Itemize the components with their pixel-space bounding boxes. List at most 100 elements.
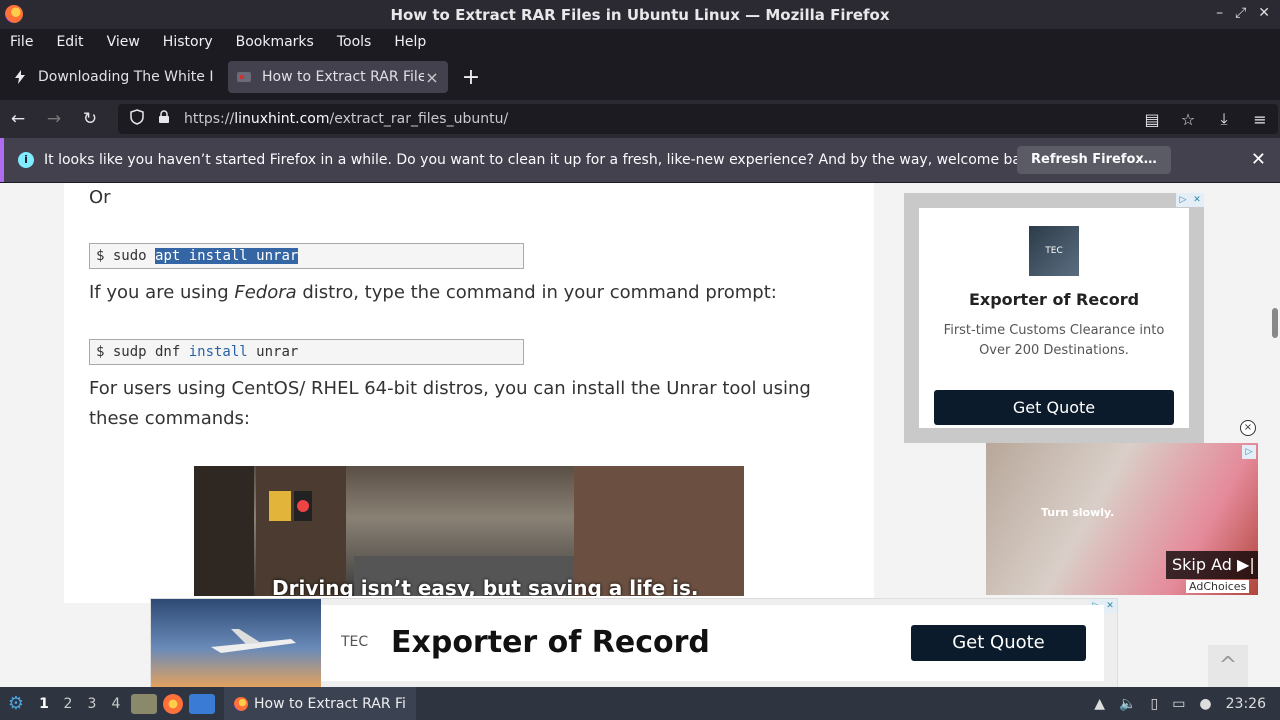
tec-logo: TEC bbox=[1029, 226, 1079, 276]
code-keyword: install bbox=[188, 344, 248, 360]
url-domain: linuxhint.com bbox=[234, 111, 330, 127]
close-notification-icon[interactable]: ✕ bbox=[1251, 149, 1266, 170]
scroll-to-top-button[interactable]: ^ bbox=[1208, 645, 1248, 687]
volume-icon[interactable]: 🔈 bbox=[1119, 696, 1136, 712]
menu-edit[interactable]: Edit bbox=[56, 34, 94, 50]
window-title: How to Extract RAR Files in Ubuntu Linux… bbox=[390, 5, 890, 24]
skip-ad-label: Skip Ad bbox=[1172, 555, 1232, 574]
ad-info-icon[interactable]: ▷ bbox=[1242, 445, 1256, 459]
downloads-icon[interactable]: ⤓ bbox=[1206, 109, 1242, 129]
minimize-button[interactable]: – bbox=[1216, 5, 1223, 21]
info-icon: i bbox=[18, 152, 34, 168]
tab-extract-rar[interactable]: How to Extract RAR Files × bbox=[228, 61, 448, 93]
adchoices-link[interactable]: AdChoices bbox=[1186, 580, 1250, 593]
firefox-launcher-icon[interactable] bbox=[163, 693, 183, 714]
clock[interactable]: 23:26 bbox=[1226, 696, 1266, 712]
display-icon[interactable]: ▭ bbox=[1172, 696, 1185, 712]
refresh-notification: i It looks like you haven’t started Fire… bbox=[0, 138, 1280, 182]
page-content: Or $ sudo apt install unrar If you are u… bbox=[0, 183, 1280, 687]
tab-downloading[interactable]: Downloading The White I bbox=[4, 61, 224, 93]
close-ad-icon[interactable]: × bbox=[1240, 420, 1256, 436]
url-prefix: https:// bbox=[184, 111, 235, 127]
banner-headline: Exporter of Record bbox=[391, 625, 710, 660]
tray-up-arrow-icon[interactable]: ▲ bbox=[1094, 696, 1105, 712]
close-tab-icon[interactable]: × bbox=[424, 68, 440, 87]
hamburger-menu-icon[interactable]: ≡ bbox=[1242, 110, 1278, 129]
system-tray: ▲ 🔈 ▯ ▭ ● 23:26 bbox=[1094, 687, 1280, 720]
video-overlay-text: Turn slowly. bbox=[1041, 506, 1115, 519]
bookmark-star-icon[interactable]: ☆ bbox=[1170, 110, 1206, 129]
updates-icon[interactable]: ● bbox=[1199, 696, 1211, 712]
airplane-icon bbox=[211, 629, 296, 653]
ad-close-icon[interactable]: ✕ bbox=[1190, 193, 1204, 207]
forward-button[interactable]: → bbox=[36, 109, 72, 129]
reader-view-icon[interactable]: ▤ bbox=[1134, 110, 1170, 129]
lock-icon[interactable] bbox=[158, 110, 184, 128]
url-path: /extract_rar_files_ubuntu/ bbox=[329, 111, 509, 127]
menu-bookmarks[interactable]: Bookmarks bbox=[236, 34, 325, 50]
selected-code-text: apt install unrar bbox=[155, 248, 299, 264]
fedora-text-post: distro, type the command in your command… bbox=[296, 282, 777, 303]
banner-tec-logo: TEC bbox=[341, 634, 369, 650]
fedora-text-pre: If you are using bbox=[89, 282, 235, 303]
shield-icon[interactable] bbox=[130, 109, 152, 129]
skip-ad-button[interactable]: Skip Ad ▶| bbox=[1166, 551, 1258, 579]
tab-label: Downloading The White I bbox=[38, 69, 214, 85]
tab-bar: Downloading The White I How to Extract R… bbox=[0, 54, 1280, 100]
paragraph-or: Or bbox=[89, 187, 111, 208]
clipboard-icon[interactable]: ▯ bbox=[1150, 696, 1158, 712]
file-manager-icon[interactable] bbox=[131, 693, 157, 714]
code-block-dnf[interactable]: $ sudp dnf install unrar bbox=[89, 339, 524, 365]
ad-info-icon[interactable]: ▷ bbox=[1176, 193, 1190, 207]
navigation-bar: ← → ↻ https://linuxhint.com/extract_rar_… bbox=[0, 100, 1280, 138]
ad-card-description: First-time Customs Clearance into Over 2… bbox=[943, 323, 1165, 358]
paragraph-centos: For users using CentOS/ RHEL 64-bit dist… bbox=[89, 378, 811, 429]
code-block-apt[interactable]: $ sudo apt install unrar bbox=[89, 243, 524, 269]
menu-bar: File Edit View History Bookmarks Tools H… bbox=[0, 29, 1280, 54]
reload-button[interactable]: ↻ bbox=[72, 109, 108, 129]
sidebar-ad[interactable]: ▷ ✕ TEC Exporter of Record First-time Cu… bbox=[904, 193, 1204, 443]
code-prefix: $ sudo bbox=[96, 248, 156, 264]
get-quote-button[interactable]: Get Quote bbox=[934, 390, 1174, 425]
workspace-2[interactable]: 2 bbox=[56, 696, 80, 712]
menu-file[interactable]: File bbox=[10, 34, 44, 50]
url-bar[interactable]: https://linuxhint.com/extract_rar_files_… bbox=[118, 104, 1278, 134]
taskbar-firefox-window[interactable]: How to Extract RAR Fi… bbox=[224, 687, 416, 720]
window-titlebar: How to Extract RAR Files in Ubuntu Linux… bbox=[0, 0, 1280, 29]
taskbar-task-label: How to Extract RAR Fi… bbox=[254, 695, 406, 712]
airplane-image bbox=[151, 599, 321, 687]
menu-history[interactable]: History bbox=[163, 34, 224, 50]
close-window-button[interactable]: ✕ bbox=[1258, 5, 1270, 21]
paragraph-fedora: If you are using Fedora distro, type the… bbox=[89, 278, 777, 308]
firefox-icon bbox=[234, 696, 248, 711]
code-part-a: $ sudp dnf bbox=[96, 344, 189, 360]
page-scrollbar[interactable] bbox=[1272, 308, 1278, 338]
fedora-emphasis: Fedora bbox=[234, 282, 297, 303]
back-button[interactable]: ← bbox=[0, 109, 36, 129]
banner-ad[interactable]: ▷ ✕ TEC Exporter of Record Get Quote bbox=[150, 598, 1118, 687]
ad-card: TEC Exporter of Record First-time Custom… bbox=[919, 208, 1189, 428]
menu-tools[interactable]: Tools bbox=[337, 34, 383, 50]
notification-text: It looks like you haven’t started Firefo… bbox=[44, 152, 1043, 168]
refresh-firefox-button[interactable]: Refresh Firefox… bbox=[1017, 146, 1171, 174]
banner-get-quote-button[interactable]: Get Quote bbox=[911, 625, 1086, 661]
firefox-logo-icon bbox=[5, 5, 23, 23]
article: Or $ sudo apt install unrar If you are u… bbox=[64, 183, 874, 603]
code-part-b: unrar bbox=[247, 344, 299, 360]
tab-label: How to Extract RAR Files bbox=[262, 69, 424, 85]
taskbar: ⚙ 1 2 3 4 How to Extract RAR Fi… ▲ 🔈 ▯ ▭… bbox=[0, 687, 1280, 720]
workspace-4[interactable]: 4 bbox=[104, 696, 128, 712]
workspace-1[interactable]: 1 bbox=[32, 696, 56, 712]
start-menu-icon[interactable]: ⚙ bbox=[0, 693, 32, 714]
maximize-button[interactable]: ⤢ bbox=[1235, 5, 1246, 21]
video-ad[interactable]: ▷ Driving isn’t easy, but saving a life … bbox=[194, 466, 744, 596]
terminal-launcher-icon[interactable] bbox=[189, 693, 215, 714]
new-tab-button[interactable]: + bbox=[456, 65, 486, 90]
ad-card-title: Exporter of Record bbox=[968, 290, 1140, 309]
video-caption: Driving isn’t easy, but saving a life is… bbox=[272, 576, 699, 596]
workspace-3[interactable]: 3 bbox=[80, 696, 104, 712]
menu-view[interactable]: View bbox=[107, 34, 151, 50]
menu-help[interactable]: Help bbox=[394, 34, 437, 50]
ad-close-icon[interactable]: ✕ bbox=[1103, 599, 1117, 613]
lightning-icon bbox=[12, 69, 28, 85]
